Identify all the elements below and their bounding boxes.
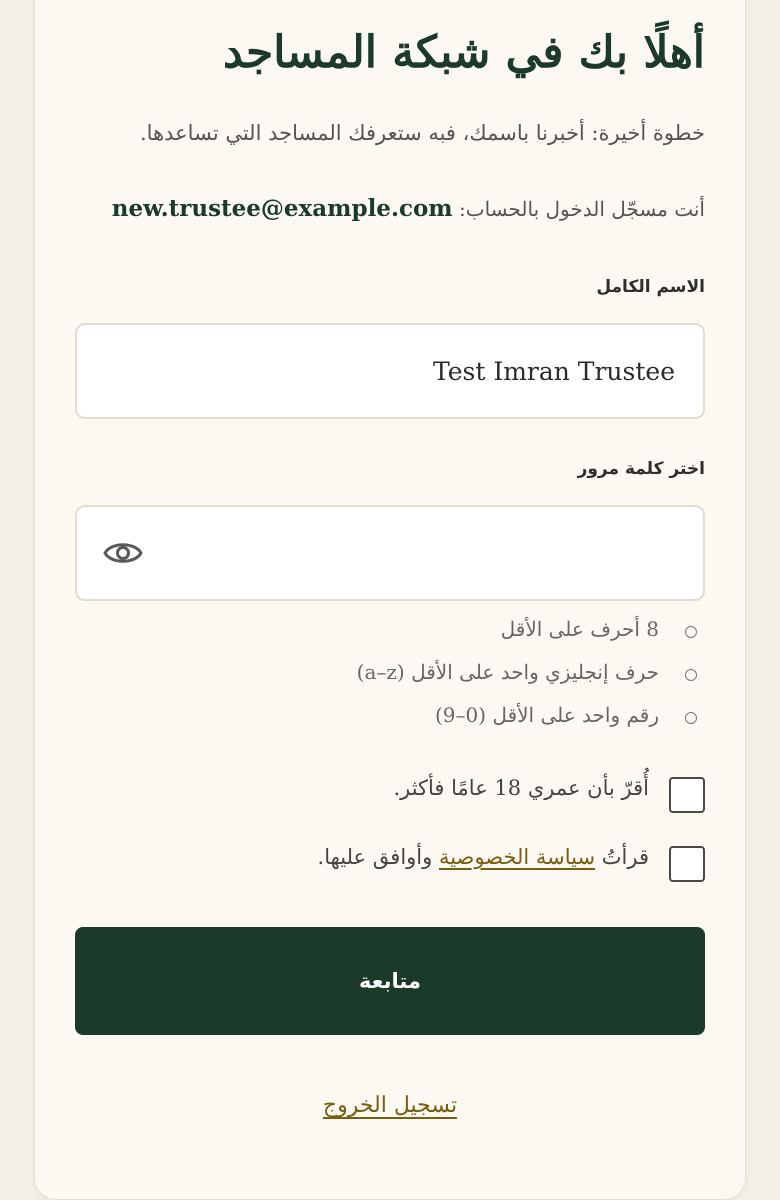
privacy-confirm-row: قرأتُ سياسة الخصوصية وأوافق عليها.: [317, 845, 705, 882]
page-title: أهلًا بك في شبكة المساجد: [222, 27, 705, 78]
full-name-field: [75, 323, 705, 419]
age-confirm-text: أُقرّ بأن عمري 18 عامًا فأكثر.: [393, 776, 649, 800]
page-subtitle: خطوة أخيرة: أخبرنا باسمك، فبه ستعرفك الم…: [139, 121, 705, 145]
eye-icon[interactable]: [103, 537, 143, 569]
full-name-input[interactable]: [77, 325, 703, 417]
password-rule: 8 أحرف على الأقل: [357, 617, 705, 660]
password-field: [75, 505, 705, 601]
onboarding-card: أهلًا بك في شبكة المساجد خطوة أخيرة: أخب…: [34, 0, 746, 1200]
account-email: new.trustee@example.com: [111, 195, 453, 222]
signed-in-notice: أنت مسجّل الدخول بالحساب: new.trustee@ex…: [112, 195, 705, 222]
circle-icon: [685, 669, 697, 681]
password-rule: رقم واحد على الأقل (0–9): [357, 703, 705, 746]
password-rule: حرف إنجليزي واحد على الأقل (a–z): [357, 660, 705, 703]
full-name-label: الاسم الكامل: [596, 277, 705, 297]
age-checkbox[interactable]: [669, 777, 705, 813]
logout-link[interactable]: تسجيل الخروج: [75, 1093, 705, 1118]
password-label: اختر كلمة مرور: [577, 459, 705, 479]
continue-button[interactable]: متابعة: [75, 927, 705, 1035]
privacy-checkbox[interactable]: [669, 846, 705, 882]
age-confirm-row: أُقرّ بأن عمري 18 عامًا فأكثر.: [393, 776, 705, 813]
privacy-policy-link[interactable]: سياسة الخصوصية: [439, 845, 595, 869]
signed-in-label: أنت مسجّل الدخول بالحساب:: [459, 197, 705, 221]
password-input[interactable]: [77, 507, 703, 599]
circle-icon: [685, 626, 697, 638]
privacy-confirm-text: قرأتُ سياسة الخصوصية وأوافق عليها.: [317, 845, 649, 869]
password-rules: 8 أحرف على الأقل حرف إنجليزي واحد على ال…: [357, 617, 705, 746]
circle-icon: [685, 712, 697, 724]
